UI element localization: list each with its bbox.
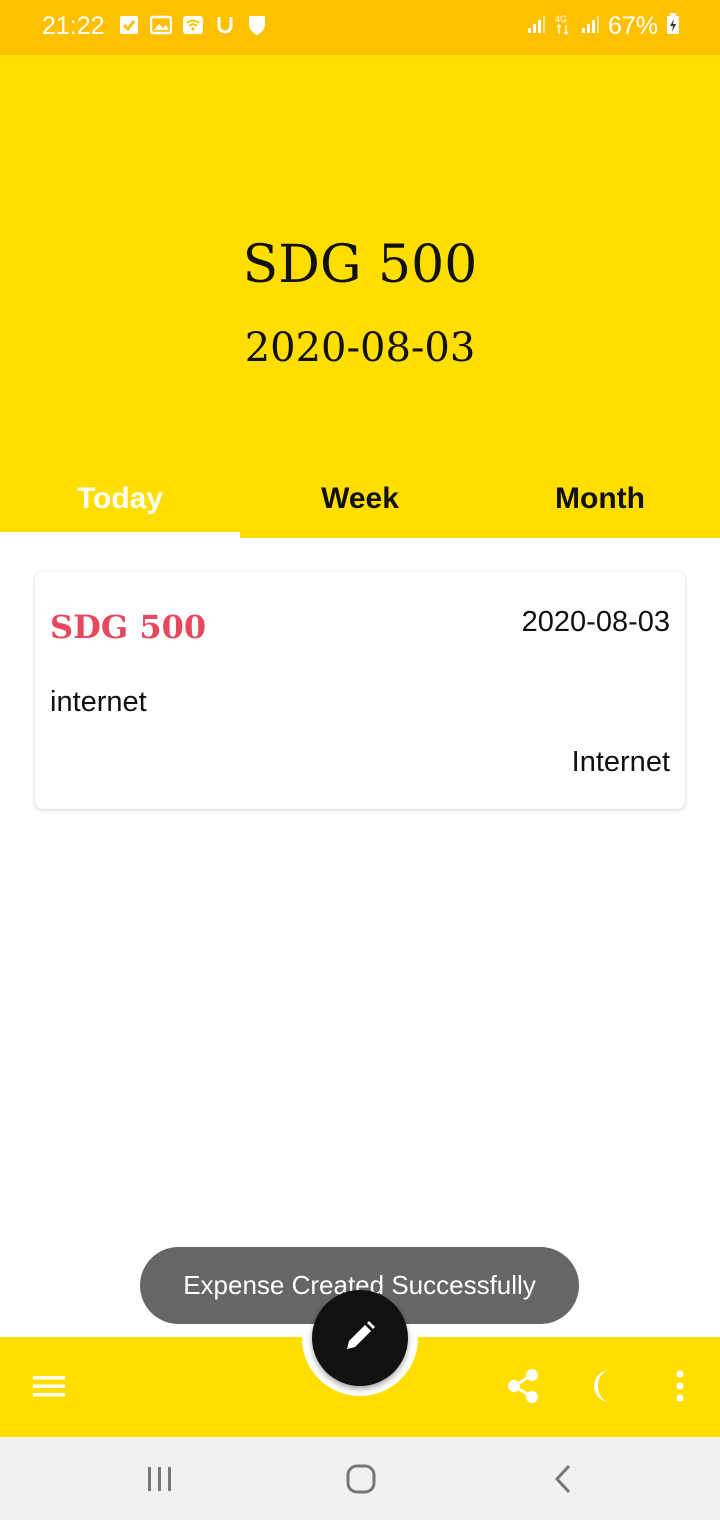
header-date: 2020-08-03 [244, 325, 476, 371]
recents-icon[interactable] [115, 1437, 205, 1520]
signal-icon [580, 14, 600, 39]
moon-icon[interactable] [580, 1363, 626, 1409]
share-icon[interactable] [500, 1363, 546, 1409]
status-notification-icons [118, 14, 268, 36]
tab-month[interactable]: Month [480, 460, 720, 538]
shield-icon [246, 14, 268, 36]
battery-icon [666, 13, 680, 40]
more-vert-icon[interactable] [660, 1363, 700, 1409]
tab-week[interactable]: Week [240, 460, 480, 538]
4g-icon: 4G [554, 12, 572, 41]
status-right: 4G 67% [526, 12, 680, 41]
menu-icon[interactable] [26, 1363, 72, 1409]
check-box-icon [118, 14, 140, 36]
wifi-icon [182, 14, 204, 36]
header: SDG 500 2020-08-03 Today Week Month [0, 55, 720, 538]
system-nav-bar [0, 1437, 720, 1520]
signal-icon [526, 14, 546, 39]
header-total-amount: SDG 500 [242, 235, 478, 295]
u-icon [214, 14, 236, 36]
expense-category: Internet [571, 746, 670, 778]
home-icon[interactable] [316, 1437, 406, 1520]
svg-text:4G: 4G [555, 14, 567, 24]
status-bar: 21:22 4G 67% [0, 0, 720, 55]
back-icon[interactable] [518, 1437, 608, 1520]
expense-date: 2020-08-03 [521, 606, 670, 638]
expense-card[interactable]: SDG 500 2020-08-03 internet Internet [35, 572, 685, 809]
tab-today[interactable]: Today [0, 460, 240, 538]
period-tabs: Today Week Month [0, 460, 720, 538]
expense-amount: SDG 500 [50, 608, 207, 646]
expense-note: internet [50, 686, 147, 718]
battery-percentage: 67% [607, 12, 658, 40]
pencil-icon [343, 1319, 377, 1358]
image-icon [150, 14, 172, 36]
add-expense-fab[interactable] [312, 1290, 408, 1386]
status-time: 21:22 [42, 12, 105, 40]
